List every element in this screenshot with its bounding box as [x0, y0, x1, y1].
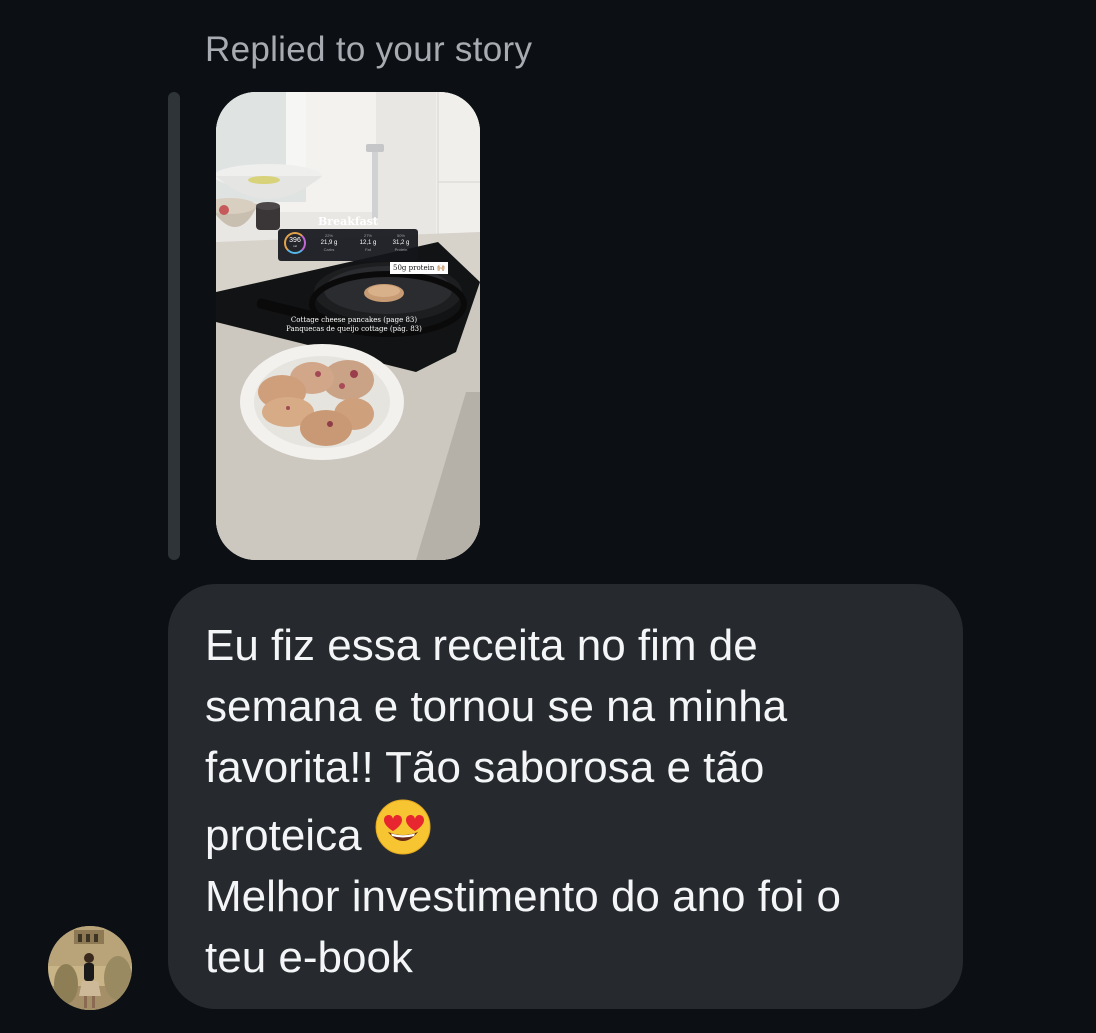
- macro-panel: 396 cal 22% 21,9 g Carbs 27% 12,1 g Fat …: [278, 229, 418, 261]
- message-text-part-1: Eu fiz essa receita no fim de semana e t…: [205, 621, 788, 860]
- macro-name: Carbs: [323, 247, 335, 252]
- story-preview[interactable]: Breakfast 396 cal 22% 21,9 g Carbs 27% 1…: [216, 92, 480, 560]
- message-text-part-2: Melhor investimento do ano foi o teu e-b…: [205, 872, 841, 982]
- message-bubble[interactable]: Eu fiz essa receita no fim de semana e t…: [168, 584, 963, 1009]
- macro-carbs: 22% 21,9 g Carbs: [314, 233, 344, 253]
- caption-line-portuguese: Panquecas de queijo cottage (pág. 83): [286, 325, 422, 333]
- message-text: Eu fiz essa receita no fim de semana e t…: [205, 615, 927, 988]
- macro-protein: 50% 31,2 g Protein: [386, 233, 416, 253]
- macro-fat: 27% 12,1 g Fat: [353, 233, 383, 253]
- calories-value: 396: [289, 237, 301, 244]
- story-title: Breakfast: [318, 215, 378, 228]
- macro-amount: 21,9 g: [320, 240, 338, 246]
- calories-unit: cal: [293, 244, 297, 248]
- story-caption: Cottage cheese pancakes (page 83) Panque…: [256, 316, 452, 334]
- protein-tag: 50g protein 🙌🏼: [390, 262, 449, 274]
- heart-eyes-emoji-icon: [375, 799, 431, 855]
- caption-line-english: Cottage cheese pancakes (page 83): [290, 316, 418, 324]
- calories-ring: 396 cal: [284, 232, 306, 254]
- reply-quote-bar: [168, 92, 180, 560]
- macro-name: Protein: [394, 247, 408, 252]
- replied-to-story-label: Replied to your story: [205, 30, 533, 69]
- sender-avatar[interactable]: [48, 926, 132, 1010]
- avatar-photo: [48, 926, 132, 1010]
- macro-amount: 31,2 g: [392, 240, 410, 246]
- dm-thread: Replied to your story Breakfast 396 cal …: [0, 0, 1096, 1033]
- macro-name: Fat: [365, 247, 371, 252]
- macro-amount: 12,1 g: [359, 240, 377, 246]
